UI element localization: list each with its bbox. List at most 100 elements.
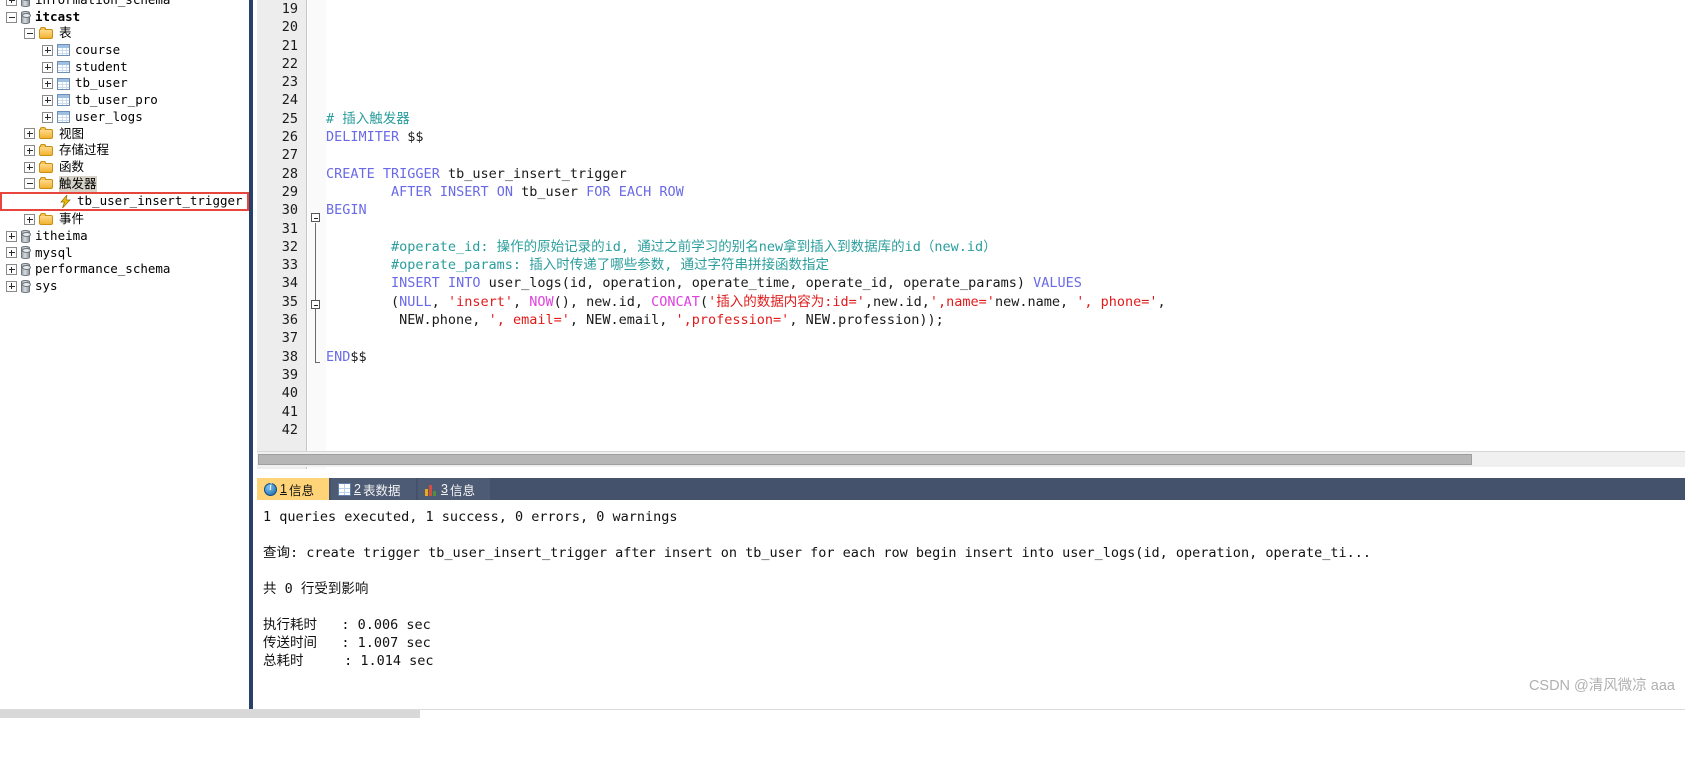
tree-node[interactable]: tb_user_insert_trigger: [0, 192, 249, 212]
code-token: TRIGGER: [382, 165, 440, 182]
tree-node[interactable]: tb_user: [0, 75, 249, 92]
expand-icon[interactable]: [24, 161, 35, 173]
expand-icon[interactable]: [6, 247, 17, 259]
collapse-icon[interactable]: [24, 28, 35, 40]
code-token: CONCAT: [651, 293, 700, 310]
tree-node[interactable]: 表: [0, 25, 249, 42]
tree-node[interactable]: tb_user_pro: [0, 92, 249, 109]
code-line: # 插入触发器: [326, 110, 1685, 128]
watermark-text: CSDN @清风微凉 aaa: [1528, 678, 1675, 694]
collapse-icon[interactable]: [24, 178, 35, 190]
code-token: , NEW.email,: [569, 312, 676, 329]
bottom-strip: [0, 709, 1685, 757]
tree-node[interactable]: 存储过程: [0, 142, 249, 159]
result-panel: 1信息2表数据3信息 1 queries executed, 1 success…: [249, 469, 1685, 709]
table-icon: [57, 111, 70, 124]
code-token: , NEW.profession));: [789, 312, 944, 329]
tree-node[interactable]: 函数: [0, 159, 249, 176]
code-token: NEW.phone,: [326, 312, 489, 329]
db-icon: [21, 246, 31, 260]
result-tab-number: 3: [441, 482, 448, 496]
table-icon: [57, 44, 70, 57]
editor-horizontal-scrollbar[interactable]: [257, 451, 1685, 467]
db-icon: [21, 229, 31, 243]
sql-code-area[interactable]: # 插入触发器 DELIMITER $$ CREATE TRIGGER tb_us…: [326, 0, 1685, 469]
tree-node[interactable]: 事件: [0, 211, 249, 228]
expand-icon[interactable]: [42, 61, 53, 73]
tree-node[interactable]: 触发器: [0, 175, 249, 193]
expand-icon[interactable]: [42, 44, 53, 56]
tree-node[interactable]: itheima: [0, 228, 249, 245]
tree-node[interactable]: user_logs: [0, 109, 249, 126]
tree-node-label: 事件: [59, 211, 85, 227]
tree-node[interactable]: mysql: [0, 245, 249, 262]
fold-toggle-begin[interactable]: [311, 213, 320, 222]
code-token: # 插入触发器: [326, 110, 410, 127]
result-tab-label: 信息: [288, 483, 314, 498]
line-number: 28: [281, 165, 298, 182]
expand-icon[interactable]: [24, 145, 35, 157]
table-icon: [57, 61, 70, 74]
code-token: ,: [431, 293, 448, 310]
result-line: 执行耗时 : 0.006 sec: [263, 617, 431, 633]
expand-icon[interactable]: [24, 214, 35, 226]
tree-node[interactable]: performance_schema: [0, 261, 249, 278]
tree-node[interactable]: 视图: [0, 126, 249, 143]
sql-client-window: information_schemaitcast表coursestudenttb…: [0, 0, 1685, 757]
result-tabbar[interactable]: 1信息2表数据3信息: [257, 478, 1685, 500]
line-number: 29: [281, 183, 298, 200]
line-number: 40: [281, 385, 298, 402]
code-token: INSERT: [439, 183, 489, 200]
tree-node-label: mysql: [35, 244, 73, 260]
code-line: CREATE TRIGGER tb_user_insert_trigger: [326, 165, 1685, 183]
result-tab[interactable]: 1信息: [257, 478, 329, 500]
expand-icon[interactable]: [42, 78, 53, 90]
spacer-icon: [44, 196, 55, 207]
code-folding-column[interactable]: [308, 0, 326, 469]
line-number: 35: [281, 293, 298, 310]
tree-node[interactable]: course: [0, 42, 249, 59]
database-tree-panel[interactable]: information_schemaitcast表coursestudenttb…: [0, 0, 249, 709]
fold-guide-end: [315, 362, 320, 363]
tree-node[interactable]: sys: [0, 278, 249, 295]
tree-node-label: course: [75, 42, 121, 58]
tree-horizontal-scrollbar[interactable]: [0, 710, 420, 718]
line-number: 23: [281, 74, 298, 91]
code-token: DELIMITER: [326, 129, 400, 146]
code-token: BEGIN: [326, 202, 367, 219]
trigger-icon: [59, 195, 72, 209]
result-tab[interactable]: 3 信息: [418, 478, 490, 500]
code-token: ', email=': [488, 312, 570, 329]
code-token: NOW: [529, 293, 554, 310]
result-tab[interactable]: 2 表数据: [331, 478, 416, 500]
expand-icon[interactable]: [6, 280, 17, 292]
result-line: 传送时间 : 1.007 sec: [263, 635, 431, 651]
collapse-icon[interactable]: [6, 11, 17, 23]
scrollbar-thumb[interactable]: [258, 454, 1472, 465]
line-number: 25: [281, 110, 298, 127]
code-token: $$: [399, 129, 424, 146]
tree-node[interactable]: information_schema: [0, 0, 249, 9]
expand-icon[interactable]: [24, 128, 35, 140]
tree-node[interactable]: student: [0, 59, 249, 76]
expand-icon[interactable]: [6, 264, 17, 276]
line-number: 20: [281, 19, 298, 36]
code-token: ,: [512, 293, 530, 310]
fold-toggle-values[interactable]: [311, 300, 320, 309]
expand-icon[interactable]: [42, 94, 53, 106]
chart-icon: [425, 483, 438, 496]
expand-icon[interactable]: [42, 111, 53, 123]
expand-icon[interactable]: [6, 0, 17, 6]
tree-node[interactable]: itcast: [0, 9, 249, 26]
sql-editor[interactable]: 19 20 21 22 23 24 25 26 27 28 29 30 31 32 33 34 35 36 37 38…: [249, 0, 1685, 469]
code-token: #operate_id: 操作的原始记录的id, 通过之前学习的别名new拿到插…: [326, 238, 997, 255]
expand-icon[interactable]: [6, 230, 17, 242]
